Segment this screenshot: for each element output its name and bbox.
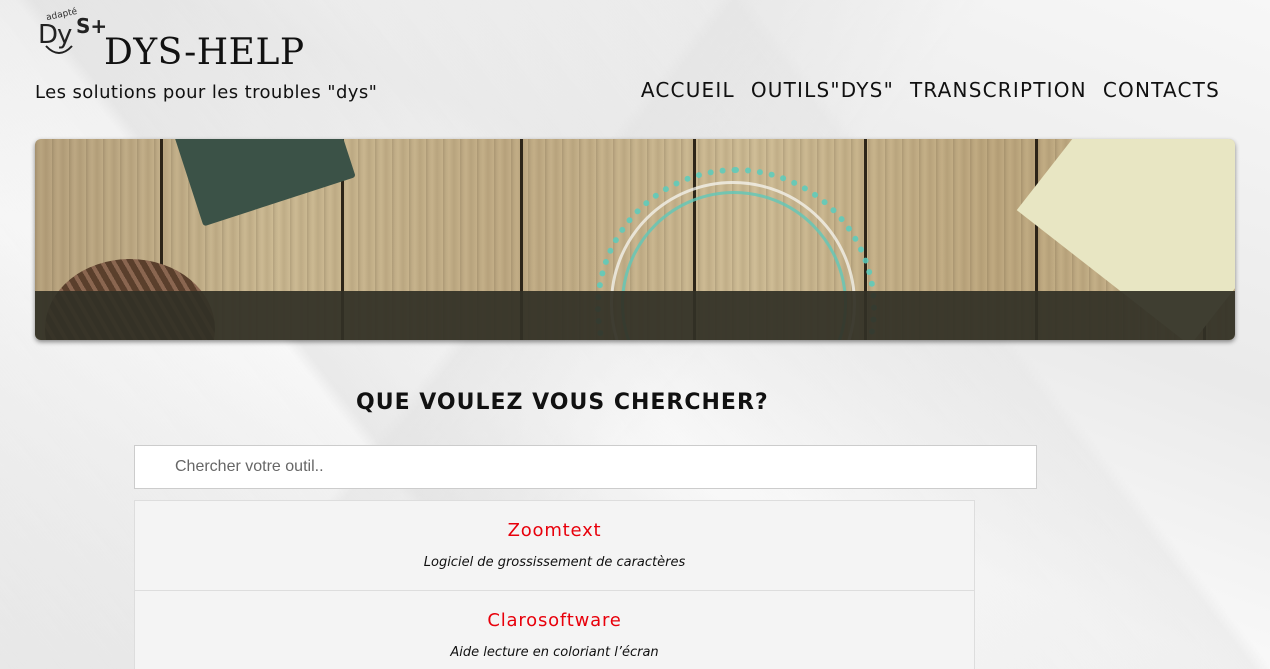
nav-item-outils-dys[interactable]: OUTILS"DYS" [751, 78, 894, 102]
search-input[interactable] [134, 445, 1037, 489]
results-list: Zoomtext Logiciel de grossissement de ca… [134, 500, 975, 669]
result-description: Logiciel de grossissement de caractères [423, 555, 686, 570]
site-title: DYS-HELP [104, 32, 305, 73]
result-item-zoomtext[interactable]: Zoomtext Logiciel de grossissement de ca… [134, 500, 975, 591]
logo-smile-icon [45, 45, 73, 54]
hero-dark-band [35, 291, 1235, 340]
result-description: Aide lecture en coloriant l’écran [450, 645, 659, 660]
result-title[interactable]: Clarosoftware [135, 591, 974, 631]
nav-item-transcription[interactable]: TRANSCRIPTION [910, 78, 1087, 102]
hero-banner [35, 139, 1235, 340]
search-heading: QUE VOULEZ VOUS CHERCHER? [356, 390, 769, 415]
hero-book-decoration [174, 139, 356, 227]
nav-item-contacts[interactable]: CONTACTS [1103, 78, 1220, 102]
dys-logo[interactable]: adapté Dy S+ [36, 7, 107, 68]
main-nav: ACCUEIL OUTILS"DYS" TRANSCRIPTION CONTAC… [641, 78, 1220, 102]
result-item-clarosoftware[interactable]: Clarosoftware Aide lecture en coloriant … [134, 590, 975, 669]
logo-plus-text: S+ [76, 14, 108, 38]
nav-item-accueil[interactable]: ACCUEIL [641, 78, 735, 102]
site-tagline: Les solutions pour les troubles "dys" [35, 82, 378, 103]
result-title[interactable]: Zoomtext [135, 501, 974, 541]
